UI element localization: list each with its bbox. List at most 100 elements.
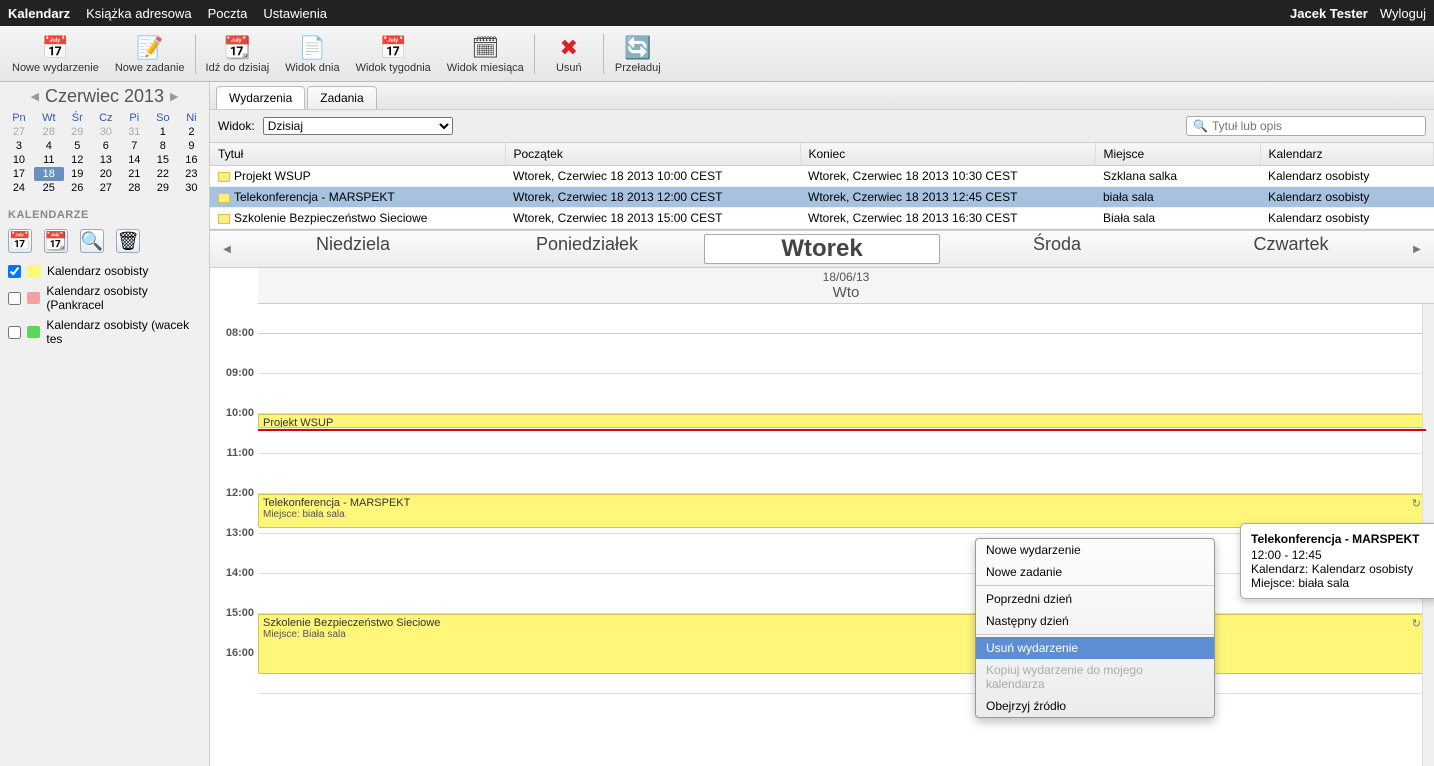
week-day-tab[interactable]: Czwartek [1174,234,1408,264]
mini-cal-day[interactable]: 31 [121,125,148,139]
week-day-tab[interactable]: Poniedziałek [470,234,704,264]
schedule-event[interactable]: Projekt WSUP [258,414,1426,428]
calendar-checkbox[interactable] [8,265,21,278]
mini-cal-day[interactable]: 6 [91,139,121,153]
toolbar-month-view[interactable]: 🗓Widok miesiąca [439,32,532,76]
col-title[interactable]: Tytuł [210,143,505,166]
mini-cal-day[interactable]: 8 [148,139,178,153]
toolbar-new-event[interactable]: 📅Nowe wydarzenie [4,32,107,76]
calendar-checkbox[interactable] [8,292,21,305]
mini-cal-day[interactable]: 24 [4,181,34,195]
new-task-icon: 📝 [115,34,185,62]
toolbar-reload[interactable]: 🔄Przeładuj [606,32,670,76]
topbar-item[interactable]: Kalendarz [8,6,70,21]
cal-tool-icon[interactable]: 📅 [8,229,32,253]
mini-cal-day[interactable]: 1 [148,125,178,139]
mini-cal-day[interactable]: 13 [91,153,121,167]
next-month-icon[interactable]: ▶ [170,90,178,103]
calendar-item[interactable]: Kalendarz osobisty (Pankracel [0,281,209,315]
cal-tool-icon[interactable]: 📆 [44,229,68,253]
context-menu-item[interactable]: Usuń wydarzenie [976,637,1214,659]
mini-cal-day[interactable]: 30 [178,181,205,195]
topbar-item[interactable]: Poczta [208,6,248,21]
tab-events[interactable]: Wydarzenia [216,86,305,109]
mini-cal-day[interactable]: 10 [4,153,34,167]
delete-icon: ✖ [545,34,593,62]
mini-cal-day[interactable]: 30 [91,125,121,139]
mini-cal-day[interactable]: 5 [64,139,91,153]
mini-cal-day[interactable]: 11 [34,153,64,167]
toolbar-new-task[interactable]: 📝Nowe zadanie [107,32,193,76]
schedule-event[interactable]: Szkolenie Bezpieczeństwo SiecioweMiejsce… [258,614,1426,674]
tooltip-time: 12:00 - 12:45 [1251,548,1429,562]
search-input[interactable] [1212,119,1419,133]
toolbar-label: Widok tygodnia [356,62,431,74]
calendar-item[interactable]: Kalendarz osobisty [0,261,209,281]
mini-cal-day[interactable]: 29 [148,181,178,195]
dow-header: So [148,111,178,125]
toolbar-day-view[interactable]: 📄Widok dnia [277,32,347,76]
week-day-tab[interactable]: Niedziela [236,234,470,264]
mini-cal-day[interactable]: 25 [34,181,64,195]
context-menu-item[interactable]: Nowe zadanie [976,561,1214,583]
mini-cal-day[interactable]: 17 [4,167,34,181]
mini-cal-day[interactable]: 23 [178,167,205,181]
mini-cal-day[interactable]: 12 [64,153,91,167]
calendar-checkbox[interactable] [8,326,21,339]
mini-cal-day[interactable]: 2 [178,125,205,139]
week-day-tab[interactable]: Wtorek [704,234,940,264]
context-menu-item[interactable]: Obejrzyj źródło [976,695,1214,717]
prev-month-icon[interactable]: ◀ [31,90,39,103]
scrollbar[interactable] [1422,268,1434,766]
mini-cal-day[interactable]: 3 [4,139,34,153]
mini-cal-day[interactable]: 14 [121,153,148,167]
schedule-dow: Wto [258,284,1434,301]
view-select[interactable]: Dzisiaj [263,117,453,135]
mini-cal-day[interactable]: 29 [64,125,91,139]
mini-cal-day[interactable]: 21 [121,167,148,181]
mini-cal-title: Czerwiec 2013 [45,86,164,107]
mini-cal-day[interactable]: 28 [34,125,64,139]
col-start[interactable]: Początek [505,143,800,166]
toolbar-week-view[interactable]: 📅Widok tygodnia [348,32,439,76]
next-week-icon[interactable]: ▶ [1408,244,1426,255]
col-end[interactable]: Koniec [800,143,1095,166]
col-calendar[interactable]: Kalendarz [1260,143,1434,166]
mini-cal-day[interactable]: 9 [178,139,205,153]
context-menu-item[interactable]: Następny dzień [976,610,1214,632]
mini-cal-day[interactable]: 18 [34,167,64,181]
mini-cal-day[interactable]: 7 [121,139,148,153]
toolbar-delete[interactable]: ✖Usuń [537,32,601,76]
calendar-color-icon [218,172,230,182]
calendar-item[interactable]: Kalendarz osobisty (wacek tes [0,315,209,349]
mini-cal-day[interactable]: 27 [4,125,34,139]
event-row[interactable]: Telekonferencja - MARSPEKTWtorek, Czerwi… [210,187,1434,208]
mini-cal-day[interactable]: 16 [178,153,205,167]
cal-tool-icon[interactable]: 🔍 [80,229,104,253]
context-menu-item[interactable]: Nowe wydarzenie [976,539,1214,561]
mini-cal-day[interactable]: 15 [148,153,178,167]
context-menu-item[interactable]: Poprzedni dzień [976,588,1214,610]
toolbar-go-today[interactable]: 📆Idź do dzisiaj [198,32,278,76]
mini-cal-day[interactable]: 28 [121,181,148,195]
topbar-item[interactable]: Książka adresowa [86,6,192,21]
mini-cal-day[interactable]: 4 [34,139,64,153]
mini-cal-day[interactable]: 19 [64,167,91,181]
mini-cal-day[interactable]: 20 [91,167,121,181]
tab-tasks[interactable]: Zadania [307,86,376,109]
logout-link[interactable]: Wyloguj [1380,6,1426,21]
week-day-tab[interactable]: Środa [940,234,1174,264]
prev-week-icon[interactable]: ◀ [218,244,236,255]
day-schedule[interactable]: 18/06/13 Wto 08:0009:0010:0011:0012:0013… [210,268,1434,766]
dow-header: Pi [121,111,148,125]
col-place[interactable]: Miejsce [1095,143,1260,166]
topbar-item[interactable]: Ustawienia [263,6,327,21]
event-row[interactable]: Projekt WSUPWtorek, Czerwiec 18 2013 10:… [210,166,1434,187]
mini-cal-day[interactable]: 22 [148,167,178,181]
cal-tool-icon[interactable]: 🗑 [116,229,140,253]
mini-cal-day[interactable]: 27 [91,181,121,195]
toolbar-label: Widok miesiąca [447,62,524,74]
event-row[interactable]: Szkolenie Bezpieczeństwo SiecioweWtorek,… [210,208,1434,229]
mini-cal-day[interactable]: 26 [64,181,91,195]
context-menu-item: Kopiuj wydarzenie do mojego kalendarza [976,659,1214,695]
